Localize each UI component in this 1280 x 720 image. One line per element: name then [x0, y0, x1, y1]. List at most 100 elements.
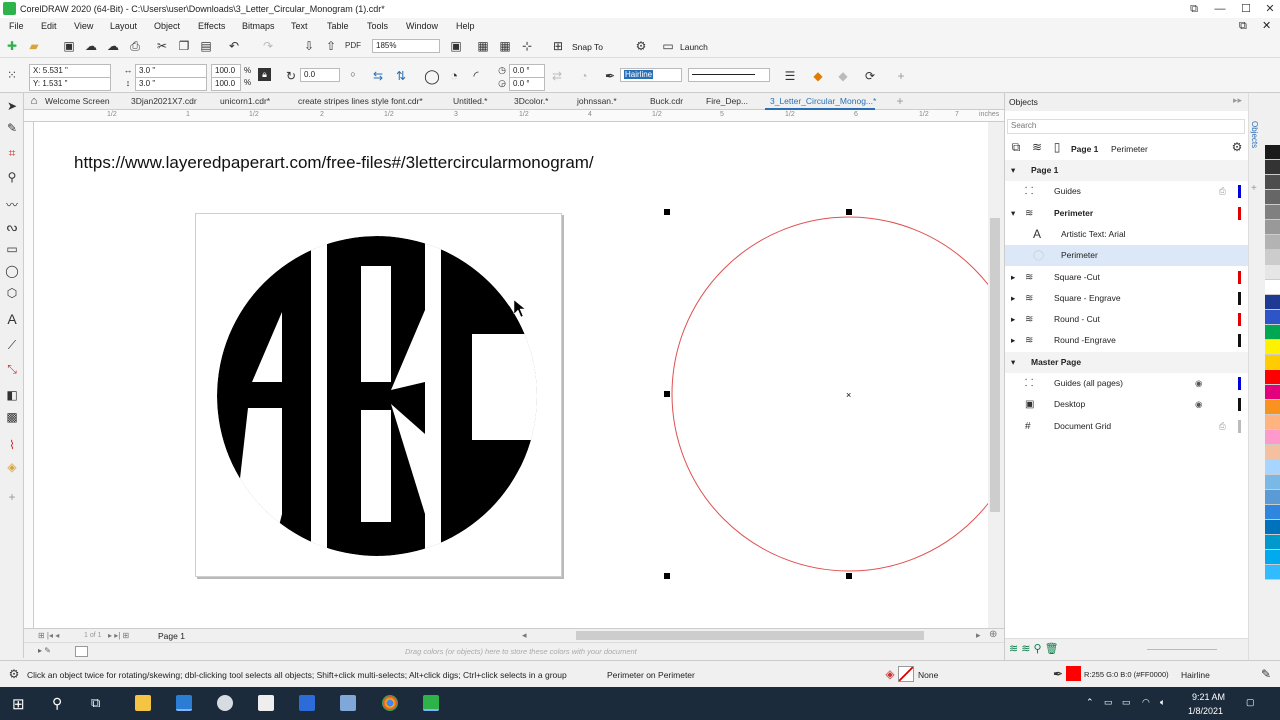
palette-swatch[interactable]: [1265, 250, 1280, 265]
palette-swatch[interactable]: [1265, 325, 1280, 340]
no-color-swatch[interactable]: [75, 646, 88, 657]
tray-chevron-icon[interactable]: ⌃: [1086, 697, 1094, 708]
palette-swatch[interactable]: [1265, 490, 1280, 505]
tab-fire-dep[interactable]: Fire_Dep...: [706, 96, 748, 106]
zoom-tool-icon[interactable]: ⚲: [4, 169, 20, 185]
doc-restore-icon[interactable]: ⧉: [1239, 20, 1247, 33]
objects-search-field[interactable]: Search: [1007, 119, 1245, 134]
outline-width-dropdown[interactable]: Hairline: [620, 68, 682, 82]
tab-welcome-screen[interactable]: Welcome Screen: [45, 96, 110, 106]
selection-handle[interactable]: [664, 391, 670, 397]
tab-unicorn1[interactable]: unicorn1.cdr*: [220, 96, 270, 106]
chrome-icon[interactable]: [382, 695, 398, 711]
polygon-tool-icon[interactable]: ⬡: [4, 285, 20, 301]
objects-side-tab[interactable]: Objects: [1250, 121, 1259, 148]
object-row[interactable]: ▾ Master Page: [1005, 351, 1249, 373]
palette-swatch[interactable]: [1265, 340, 1280, 355]
collapse-icon[interactable]: ▾: [1011, 352, 1015, 373]
launch-dropdown[interactable]: Launch: [680, 42, 708, 52]
horizontal-scroll-thumb[interactable]: [576, 631, 924, 640]
start-angle-field[interactable]: 0.0 °: [509, 64, 545, 78]
scale-height-field[interactable]: 100.0: [211, 77, 241, 91]
palette-swatch[interactable]: [1265, 160, 1280, 175]
convert-curves-icon[interactable]: ⟳: [862, 68, 878, 84]
menu-file[interactable]: File: [9, 21, 24, 31]
menu-window[interactable]: Window: [406, 21, 438, 31]
menu-table[interactable]: Table: [327, 21, 349, 31]
palette-swatch[interactable]: [1265, 175, 1280, 190]
palette-swatch[interactable]: [1265, 280, 1280, 295]
object-row[interactable]: ▣ Desktop ◉: [1005, 394, 1249, 415]
paste-icon[interactable]: ▤: [198, 38, 214, 54]
lock-icon[interactable]: ⎙: [1219, 181, 1226, 202]
status-gear-icon[interactable]: ⚙: [6, 666, 22, 682]
notifications-icon[interactable]: ▢: [1246, 697, 1255, 708]
palette-swatch[interactable]: [1265, 400, 1280, 415]
text-tool-icon[interactable]: A: [4, 311, 20, 327]
line-style-dropdown[interactable]: [688, 68, 770, 82]
task-view-icon[interactable]: ⧉: [91, 695, 100, 711]
ellipse-mode-icon[interactable]: ◯: [424, 68, 440, 84]
mail-icon[interactable]: [299, 695, 315, 711]
palette-swatch[interactable]: [1265, 295, 1280, 310]
outline-pen-status-icon[interactable]: ✒: [1050, 666, 1066, 682]
pdf-icon[interactable]: PDF: [345, 38, 361, 54]
mirror-vertical-icon[interactable]: ⇅: [393, 68, 409, 84]
page-icon[interactable]: ▯: [1049, 139, 1065, 155]
crop-tool-icon[interactable]: ⌗: [4, 145, 20, 161]
selection-handle[interactable]: [846, 573, 852, 579]
palette-swatch[interactable]: [1265, 415, 1280, 430]
tray-app-icon-2[interactable]: ▭: [1122, 697, 1131, 708]
page-nav-arrows[interactable]: ⊞ |◂ ◂: [38, 631, 59, 640]
rotation-angle-field[interactable]: 0.0: [300, 68, 340, 82]
minimize-button[interactable]: —: [1210, 1, 1230, 17]
freehand-tool-icon[interactable]: 〰: [4, 197, 20, 213]
coreldraw-taskbar-icon[interactable]: [176, 695, 192, 711]
object-row[interactable]: A Artistic Text: Arial: [1005, 224, 1249, 245]
menu-object[interactable]: Object: [154, 21, 180, 31]
shape-tool-icon[interactable]: ✎: [4, 120, 20, 136]
expand-icon[interactable]: ▸: [1011, 288, 1015, 309]
maximize-button[interactable]: ☐: [1236, 1, 1256, 17]
palette-options-icon[interactable]: ▸ ✎: [38, 646, 51, 655]
menu-help[interactable]: Help: [456, 21, 475, 31]
guides-icon[interactable]: ⊹: [519, 38, 535, 54]
grid-icon[interactable]: ▦: [497, 38, 513, 54]
selection-handle[interactable]: [664, 209, 670, 215]
palette-swatch[interactable]: [1265, 520, 1280, 535]
snap-icon[interactable]: ⊞: [550, 38, 566, 54]
object-row[interactable]: ⸬ Guides (all pages) ◉: [1005, 373, 1249, 394]
scroll-right-icon[interactable]: ▸: [976, 630, 981, 641]
scroll-left-icon[interactable]: ◂: [522, 630, 527, 641]
object-row[interactable]: # Document Grid ⎙: [1005, 416, 1249, 437]
palette-swatch[interactable]: [1265, 445, 1280, 460]
palette-swatch[interactable]: [1265, 370, 1280, 385]
view-layers-icon[interactable]: ⧉: [1008, 139, 1024, 155]
drop-shadow-icon[interactable]: ◧: [4, 387, 20, 403]
restore-icon[interactable]: ⧉: [1184, 1, 1204, 17]
objects-options-gear-icon[interactable]: ⚙: [1229, 139, 1245, 155]
coreldraw-green-icon[interactable]: [423, 695, 439, 711]
palette-swatch[interactable]: [1265, 385, 1280, 400]
file-explorer-icon[interactable]: [135, 695, 151, 711]
launch-icon[interactable]: ▭: [660, 38, 676, 54]
eyedropper-icon[interactable]: ⌇: [4, 437, 20, 453]
tab-3-letter-circular-monogram[interactable]: 3_Letter_Circular_Monog...*: [770, 96, 876, 106]
arc-mode-icon[interactable]: ◜: [468, 68, 484, 84]
rectangle-tool-icon[interactable]: ▭: [4, 241, 20, 257]
outline-color-swatch[interactable]: [1066, 666, 1081, 681]
windows-start-icon[interactable]: ⊞: [12, 695, 25, 713]
page-nav-arrows-right[interactable]: ▸ ▸| ⊞: [108, 631, 129, 640]
palette-swatch[interactable]: [1265, 310, 1280, 325]
layer-color-indicator[interactable]: [1238, 334, 1241, 348]
menu-tools[interactable]: Tools: [367, 21, 388, 31]
object-row[interactable]: ▾ Page 1: [1005, 160, 1249, 181]
layer-color-indicator[interactable]: [1238, 419, 1241, 433]
vertical-scroll-thumb[interactable]: [990, 218, 1000, 512]
cut-icon[interactable]: ✂: [154, 38, 170, 54]
arc-direction-icon[interactable]: ◔: [576, 68, 592, 84]
menu-text[interactable]: Text: [291, 21, 308, 31]
transparency-icon[interactable]: ▩: [4, 409, 20, 425]
save-icon[interactable]: ▣: [61, 38, 77, 54]
rotate-icon[interactable]: ↻: [283, 68, 299, 84]
